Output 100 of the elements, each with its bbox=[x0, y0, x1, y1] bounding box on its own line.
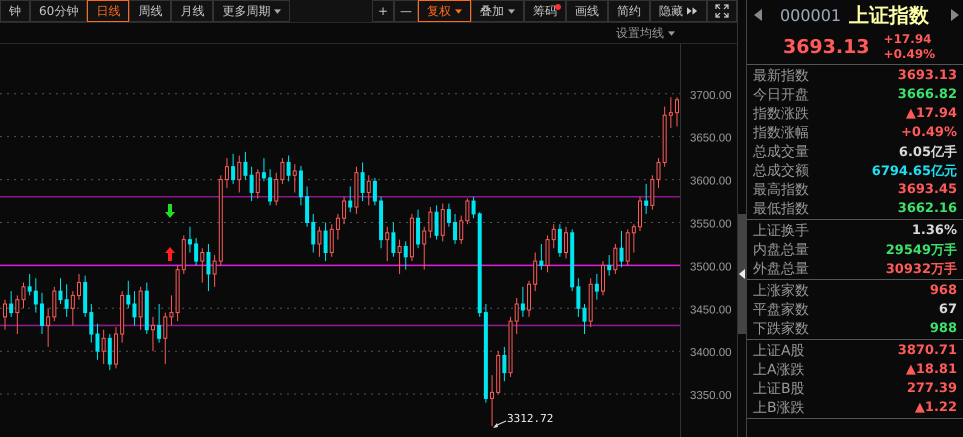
candlestick bbox=[398, 239, 402, 274]
ma-settings-button[interactable]: 设置均线 bbox=[612, 23, 679, 43]
price-change: +17.94 bbox=[884, 32, 933, 47]
candlestick bbox=[552, 224, 556, 249]
candlestick bbox=[95, 323, 100, 360]
toolbar-button[interactable]: 叠加 bbox=[471, 0, 524, 22]
candlestick bbox=[58, 278, 62, 304]
candlestick bbox=[108, 334, 112, 371]
candlestick bbox=[83, 275, 88, 318]
notification-dot-icon bbox=[555, 4, 561, 10]
candlestick bbox=[28, 273, 32, 296]
stat-value: 3693.45 bbox=[898, 182, 957, 197]
candlestick bbox=[120, 290, 124, 344]
candlestick bbox=[336, 213, 340, 240]
index-name: 上证指数 bbox=[849, 2, 930, 28]
candlestick bbox=[391, 222, 396, 258]
candlestick bbox=[330, 224, 334, 258]
stat-value: 6.05亿手 bbox=[898, 144, 957, 160]
candlestick bbox=[644, 183, 648, 214]
candlestick bbox=[157, 304, 162, 344]
double-arrow-icon bbox=[687, 7, 698, 15]
stat-value: 3870.71 bbox=[898, 343, 957, 358]
toolbar-button[interactable]: — bbox=[394, 0, 418, 22]
candlestick bbox=[268, 168, 272, 206]
toolbar-button[interactable]: + bbox=[372, 0, 394, 22]
next-arrow-icon[interactable] bbox=[951, 9, 959, 21]
candlestick bbox=[360, 162, 365, 202]
stat-label: 指数涨幅 bbox=[752, 124, 809, 142]
scrollbar-handle[interactable] bbox=[738, 214, 746, 334]
caret-icon bbox=[508, 8, 515, 14]
stat-label: 上证B股 bbox=[752, 380, 805, 398]
candlestick bbox=[22, 282, 26, 309]
candlestick bbox=[638, 196, 642, 232]
toolbar-button[interactable]: 简约 bbox=[608, 0, 650, 22]
candlestick bbox=[114, 326, 118, 369]
candlestick bbox=[539, 243, 544, 270]
candlestick bbox=[256, 168, 260, 199]
candlestick bbox=[286, 155, 291, 182]
axis-label: 3600.00 bbox=[690, 176, 732, 188]
candlestick bbox=[3, 299, 7, 330]
candlestick bbox=[446, 203, 451, 228]
candlestick bbox=[200, 248, 204, 284]
candlestick bbox=[594, 273, 599, 300]
candlestick bbox=[206, 243, 210, 292]
leader-line bbox=[493, 420, 506, 428]
current-price: 3693.13 bbox=[782, 36, 870, 58]
candlestick bbox=[570, 228, 574, 292]
period-tab[interactable]: 钟 bbox=[0, 0, 30, 22]
candlestick bbox=[626, 228, 630, 266]
stat-value: 1.36% bbox=[912, 223, 957, 238]
stat-value: 29549万手 bbox=[886, 242, 957, 258]
period-tab[interactable]: 周线 bbox=[129, 0, 172, 22]
stat-label: 最高指数 bbox=[752, 180, 809, 198]
candlestick bbox=[465, 198, 470, 225]
candlestick bbox=[520, 286, 525, 318]
period-tab[interactable]: 更多周期 bbox=[213, 0, 290, 22]
stat-label: 指数涨跌 bbox=[752, 104, 809, 122]
period-tab[interactable]: 日线 bbox=[87, 0, 130, 22]
toolbar-button[interactable]: 复权 bbox=[418, 0, 471, 22]
period-tab[interactable]: 月线 bbox=[171, 0, 214, 22]
candlestick bbox=[46, 308, 50, 348]
candlestick bbox=[379, 196, 384, 249]
caret-icon bbox=[455, 8, 462, 14]
toolbar-button[interactable]: 隐藏 bbox=[650, 0, 707, 22]
stat-label: 上证换手 bbox=[752, 222, 809, 240]
toolbar-button[interactable]: 筹码 bbox=[524, 0, 566, 22]
candlestick bbox=[422, 226, 426, 270]
stat-value: 3662.16 bbox=[898, 201, 957, 216]
percent-change: +0.49% bbox=[884, 47, 936, 62]
candlestick bbox=[102, 329, 106, 365]
candlestick bbox=[440, 203, 445, 242]
candlestick bbox=[89, 304, 94, 344]
candlestick bbox=[404, 240, 408, 270]
candlestick bbox=[163, 312, 168, 365]
candlestick bbox=[620, 230, 624, 268]
candlestick bbox=[305, 186, 310, 228]
candlestick bbox=[632, 224, 636, 254]
candlestick bbox=[601, 260, 606, 296]
fullscreen-button[interactable] bbox=[707, 0, 737, 22]
axis-label: 3650.00 bbox=[690, 132, 732, 145]
candlestick bbox=[250, 166, 254, 202]
toolbar-button[interactable]: 画线 bbox=[566, 0, 608, 22]
candlestick bbox=[372, 177, 377, 206]
up-arrow-icon bbox=[165, 247, 175, 261]
candlestick bbox=[231, 153, 236, 184]
period-tab[interactable]: 60分钟 bbox=[30, 0, 88, 22]
axis-label: 3550.00 bbox=[690, 218, 732, 230]
candlestick bbox=[34, 278, 38, 314]
candlestick bbox=[144, 282, 149, 335]
candlestick bbox=[317, 226, 322, 258]
stat-label: 内盘总量 bbox=[752, 240, 809, 258]
stat-value: ▲17.94 bbox=[906, 106, 957, 121]
candlestick bbox=[546, 234, 550, 273]
stat-label: 上证A股 bbox=[752, 342, 805, 360]
candlestick bbox=[348, 186, 352, 213]
candlestick bbox=[496, 350, 500, 395]
previous-arrow-icon[interactable] bbox=[754, 9, 762, 21]
candlestick bbox=[428, 206, 432, 238]
low-price-label: 3312.72 bbox=[507, 412, 554, 425]
triangle-icon bbox=[738, 268, 745, 278]
